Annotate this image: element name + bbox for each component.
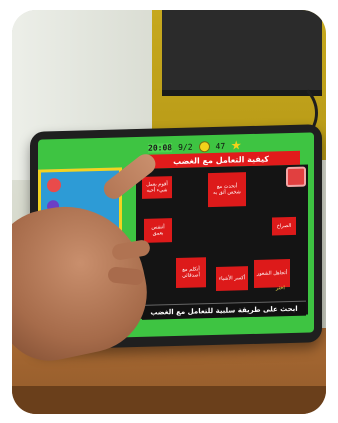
answer-card[interactable]: الصراخ <box>272 216 296 236</box>
bottom-prompt: ابحث على طريقة سلبية للتعامل مع الغضب <box>142 300 306 320</box>
action-button[interactable] <box>286 166 306 188</box>
photo-frame: 20:08 9/2 47 كيفية التعامل مع الغضب أقوم… <box>12 10 326 414</box>
answer-card[interactable]: أتكلم مع أصدقائي <box>176 257 206 288</box>
answer-card[interactable]: أكسر الأشياء <box>216 266 248 291</box>
answer-card[interactable]: أتحدث مع شخص أثق به <box>208 172 246 208</box>
answer-card[interactable]: أقوم بعمل شيء أحبه <box>142 176 172 199</box>
yellow-caption: اختر <box>276 285 285 292</box>
score-left: 9/2 <box>178 142 193 152</box>
play-area: أقوم بعمل شيء أحبه أتحدث مع شخص أثق به أ… <box>136 164 308 320</box>
timer: 20:08 <box>148 142 173 153</box>
star-icon <box>231 140 241 150</box>
answer-card[interactable]: أتجاهل الشعور <box>254 259 290 288</box>
smiley-icon <box>198 140 210 152</box>
score-right: 47 <box>215 141 226 151</box>
answer-card[interactable]: أتنفس بعمق <box>144 218 172 243</box>
home-icon[interactable] <box>47 178 61 193</box>
desk-edge <box>12 386 326 414</box>
